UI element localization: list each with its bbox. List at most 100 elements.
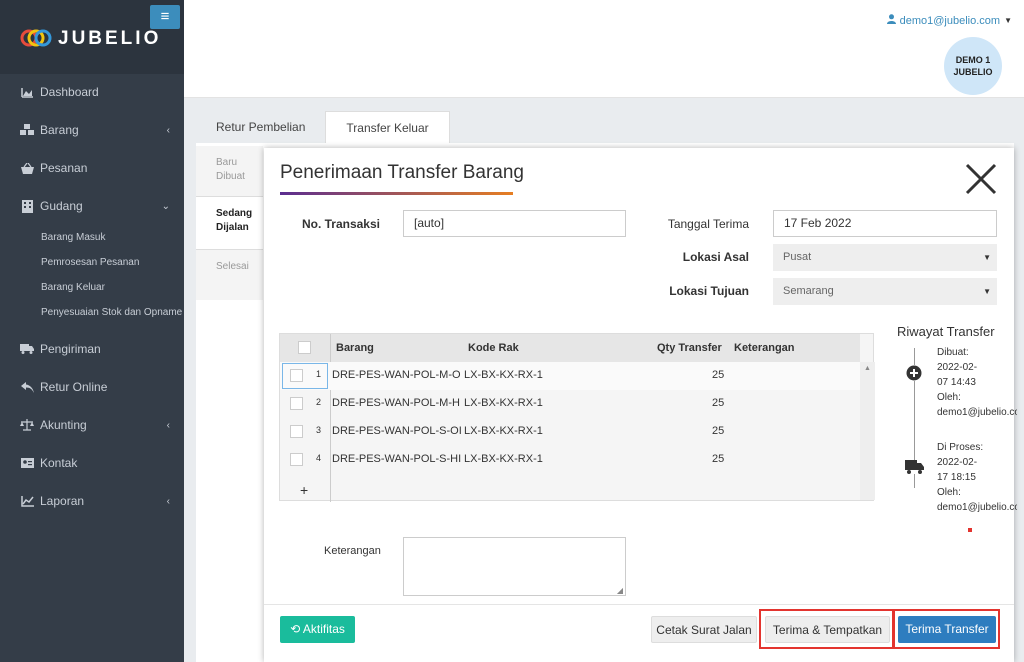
highlight-box bbox=[893, 609, 1000, 649]
user-email: demo1@jubelio.com bbox=[899, 14, 1001, 27]
cell-barang[interactable]: DRE-PES-WAN-POL-M-H bbox=[332, 397, 462, 409]
timeline-text: 2022-02- bbox=[937, 457, 978, 468]
scroll-up-icon: ▲ bbox=[864, 365, 871, 372]
cell-kode-rak[interactable]: LX-BX-KX-RX-1 bbox=[464, 425, 543, 437]
line-chart-icon bbox=[20, 494, 34, 508]
vtab-label: Dibuat bbox=[216, 171, 245, 182]
col-keterangan: Keterangan bbox=[734, 342, 795, 354]
vtab-label: Dijalan bbox=[216, 222, 249, 233]
menu-toggle-button[interactable]: ≡ bbox=[150, 5, 180, 29]
lokasi-tujuan-value: Semarang bbox=[783, 285, 834, 297]
sidebar-item-label: Barang bbox=[40, 123, 79, 137]
sidebar-item-dashboard[interactable]: Dashboard bbox=[0, 73, 184, 111]
modal-title: Penerimaan Transfer Barang bbox=[280, 162, 524, 183]
table-row[interactable]: 1 DRE-PES-WAN-POL-M-O LX-BX-KX-RX-1 25 bbox=[280, 362, 860, 390]
aktifitas-button[interactable]: ⟲ Aktifitas bbox=[280, 616, 355, 643]
chevron-down-icon: ⌄ bbox=[161, 200, 170, 212]
no-transaksi-field[interactable]: [auto] bbox=[403, 210, 626, 237]
cell-qty[interactable]: 25 bbox=[712, 369, 724, 381]
cell-qty[interactable]: 25 bbox=[712, 453, 724, 465]
cell-barang[interactable]: DRE-PES-WAN-POL-S-OI bbox=[332, 425, 462, 437]
vtab-label: Sedang bbox=[216, 208, 253, 219]
vtab-baru-dibuat[interactable]: Baru Dibuat bbox=[196, 146, 263, 196]
reply-icon bbox=[20, 380, 34, 394]
cell-kode-rak[interactable]: LX-BX-KX-RX-1 bbox=[464, 369, 543, 381]
lokasi-asal-value: Pusat bbox=[783, 251, 812, 263]
avatar[interactable]: DEMO 1 JUBELIO bbox=[944, 37, 1002, 95]
keterangan-textarea[interactable]: ◢ bbox=[403, 537, 626, 596]
sidebar-item-pengiriman[interactable]: Pengiriman bbox=[0, 330, 184, 368]
close-icon[interactable] bbox=[964, 162, 998, 196]
tanggal-terima-label: Tanggal Terima bbox=[667, 217, 749, 231]
sidebar: JUBELIO ≡ Dashboard Barang ‹ Pesanan Gud… bbox=[0, 0, 184, 662]
add-row-button[interactable]: + bbox=[300, 482, 308, 498]
cell-kode-rak[interactable]: LX-BX-KX-RX-1 bbox=[464, 397, 543, 409]
caret-down-icon: ▼ bbox=[1004, 16, 1012, 25]
riwayat-title: Riwayat Transfer bbox=[897, 324, 995, 339]
sidebar-item-label: Pengiriman bbox=[40, 342, 101, 356]
red-marker bbox=[968, 528, 972, 532]
sidebar-subitem-pemrosesan-pesanan[interactable]: Pemrosesan Pesanan bbox=[0, 250, 184, 275]
grid-header: Barang Kode Rak Qty Transfer Keterangan bbox=[280, 334, 860, 362]
cell-kode-rak[interactable]: LX-BX-KX-RX-1 bbox=[464, 453, 543, 465]
sidebar-item-kontak[interactable]: Kontak bbox=[0, 444, 184, 482]
select-all-checkbox[interactable] bbox=[298, 341, 311, 354]
grid-scrollbar[interactable]: ▲ bbox=[860, 362, 875, 500]
sidebar-item-pesanan[interactable]: Pesanan bbox=[0, 149, 184, 187]
keterangan-label: Keterangan bbox=[324, 545, 381, 557]
cell-qty[interactable]: 25 bbox=[712, 425, 724, 437]
plus-circle-icon bbox=[906, 365, 922, 381]
highlight-box bbox=[759, 609, 894, 649]
sidebar-nav: Dashboard Barang ‹ Pesanan Gudang ⌄ bbox=[0, 73, 184, 225]
lokasi-asal-select[interactable]: Pusat ▼ bbox=[773, 244, 997, 271]
brand-area: JUBELIO ≡ bbox=[0, 0, 184, 74]
sidebar-item-barang[interactable]: Barang ‹ bbox=[0, 111, 184, 149]
user-icon bbox=[886, 14, 896, 27]
sidebar-item-label: Pesanan bbox=[40, 161, 88, 175]
user-menu[interactable]: demo1@jubelio.com ▼ bbox=[886, 14, 1012, 27]
col-qty-transfer: Qty Transfer bbox=[657, 342, 722, 354]
sidebar-subitem-penyesuaian-stok[interactable]: Penyesuaian Stok dan Opname bbox=[0, 300, 184, 325]
sidebar-item-label: Kontak bbox=[40, 456, 78, 470]
history-icon: ⟲ bbox=[290, 622, 301, 636]
row-checkbox[interactable] bbox=[290, 453, 303, 466]
building-icon bbox=[20, 199, 34, 213]
cell-qty[interactable]: 25 bbox=[712, 397, 724, 409]
row-checkbox[interactable] bbox=[290, 397, 303, 410]
lokasi-tujuan-select[interactable]: Semarang ▼ bbox=[773, 278, 997, 305]
table-row[interactable]: 3 DRE-PES-WAN-POL-S-OI LX-BX-KX-RX-1 25 bbox=[280, 418, 860, 446]
tanggal-terima-field[interactable]: 17 Feb 2022 bbox=[773, 210, 997, 237]
sidebar-item-label: Akunting bbox=[40, 418, 87, 432]
sidebar-subitem-barang-masuk[interactable]: Barang Masuk bbox=[0, 225, 184, 250]
avatar-line1: DEMO 1 bbox=[955, 55, 991, 65]
sidebar-item-gudang[interactable]: Gudang ⌄ bbox=[0, 187, 184, 225]
no-transaksi-label: No. Transaksi bbox=[301, 217, 380, 231]
cell-barang[interactable]: DRE-PES-WAN-POL-S-HI bbox=[332, 453, 462, 465]
table-row[interactable]: 2 DRE-PES-WAN-POL-M-H LX-BX-KX-RX-1 25 bbox=[280, 390, 860, 418]
tab-retur-pembelian[interactable]: Retur Pembelian bbox=[196, 111, 325, 143]
vtab-label: Baru bbox=[216, 157, 238, 168]
timeline-text: Dibuat: bbox=[937, 347, 969, 358]
sidebar-subitem-barang-keluar[interactable]: Barang Keluar bbox=[0, 275, 184, 300]
row-checkbox[interactable] bbox=[290, 425, 303, 438]
timeline-text: demo1@jubelio.com bbox=[937, 407, 1017, 418]
sidebar-item-retur-online[interactable]: Retur Online bbox=[0, 368, 184, 406]
table-row[interactable]: 4 DRE-PES-WAN-POL-S-HI LX-BX-KX-RX-1 25 bbox=[280, 446, 860, 474]
truck-icon bbox=[20, 342, 34, 356]
sidebar-item-laporan[interactable]: Laporan ‹ bbox=[0, 482, 184, 520]
row-checkbox[interactable] bbox=[290, 369, 303, 382]
vtab-sedang-dijalan[interactable]: Sedang Dijalan bbox=[196, 196, 263, 250]
truck-icon bbox=[905, 460, 924, 474]
status-vertical-tabs: Baru Dibuat Sedang Dijalan Selesai bbox=[196, 146, 263, 300]
vtab-selesai[interactable]: Selesai bbox=[196, 250, 263, 300]
col-barang: Barang bbox=[336, 342, 374, 354]
cetak-surat-jalan-button[interactable]: Cetak Surat Jalan bbox=[651, 616, 757, 643]
avatar-line2: JUBELIO bbox=[953, 67, 993, 77]
timeline-entry-processed: Di Proses: 2022-02- 17 18:15 Oleh: demo1… bbox=[937, 440, 1017, 515]
tab-transfer-keluar[interactable]: Transfer Keluar bbox=[325, 111, 450, 143]
cell-barang[interactable]: DRE-PES-WAN-POL-M-O bbox=[332, 369, 462, 381]
sidebar-nav-lower: Pengiriman Retur Online Akunting ‹ Konta… bbox=[0, 330, 184, 520]
sidebar-item-akunting[interactable]: Akunting ‹ bbox=[0, 406, 184, 444]
footer-divider bbox=[264, 604, 1014, 605]
vtab-label: Selesai bbox=[216, 261, 249, 272]
